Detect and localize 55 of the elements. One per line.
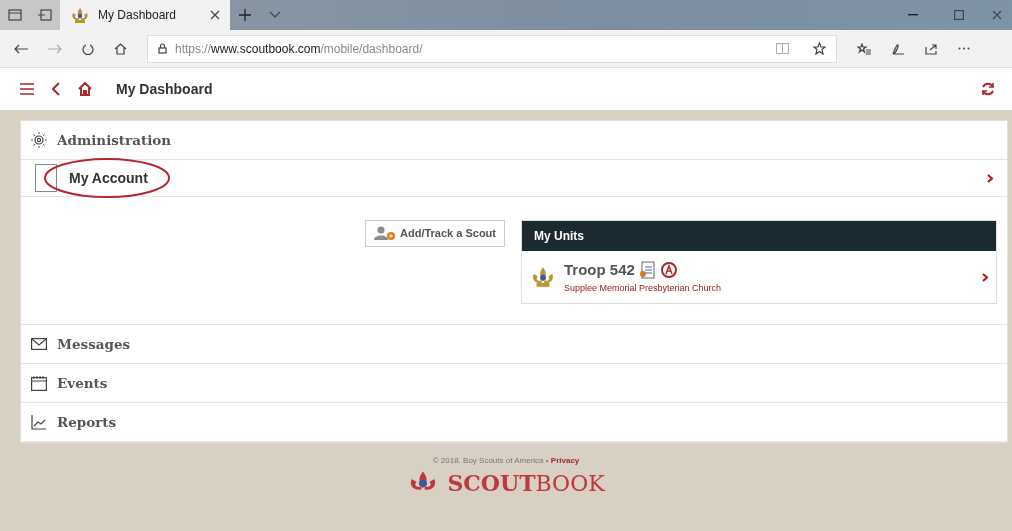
home-icon[interactable] — [114, 42, 127, 55]
section-header[interactable]: Events — [21, 364, 1007, 403]
more-icon[interactable] — [958, 47, 970, 50]
refresh-icon[interactable] — [82, 42, 94, 55]
share-icon[interactable] — [925, 42, 938, 55]
plus-icon[interactable] — [239, 9, 251, 21]
minimize-icon[interactable] — [908, 14, 918, 16]
tab-aside-icon[interactable] — [38, 9, 52, 21]
logo-text: SCOUTBOOK — [447, 469, 605, 498]
home-icon[interactable] — [78, 82, 92, 96]
add-scout-button[interactable]: Add/Track a Scout — [365, 220, 505, 247]
fleur-icon — [530, 266, 556, 288]
copyright-text: © 2018. Boy Scouts of America • — [432, 456, 549, 465]
add-person-icon — [374, 226, 396, 241]
section-label: Reports — [57, 412, 117, 432]
privacy-link[interactable]: Privacy — [550, 456, 580, 465]
unit-organization: Supplee Memorial Presbyterian Church — [564, 281, 722, 295]
favorites-icon[interactable] — [857, 42, 871, 55]
url-text: https://www.scoutbook.com/mobile/dashboard/ — [175, 40, 423, 58]
chevron-right-icon — [982, 272, 988, 282]
tab-title: My Dashboard — [98, 7, 177, 24]
lock-icon — [158, 43, 167, 54]
tabs-icon[interactable] — [8, 9, 22, 21]
close-icon[interactable] — [210, 10, 220, 20]
page-title: My Dashboard — [116, 79, 213, 99]
section-label: Administration — [57, 130, 172, 150]
menu-icon[interactable] — [20, 83, 34, 95]
section-header[interactable]: Reports — [21, 403, 1007, 442]
browser-tab[interactable]: My Dashboard — [60, 0, 230, 30]
units-header: My Units — [522, 221, 996, 251]
back-icon[interactable] — [14, 43, 28, 54]
back-icon[interactable] — [52, 82, 60, 96]
sync-icon[interactable] — [980, 81, 996, 97]
section-header[interactable]: Administration — [21, 121, 1007, 160]
address-bar[interactable]: https://www.scoutbook.com/mobile/dashboard/ — [147, 34, 837, 63]
maximize-icon[interactable] — [954, 10, 964, 20]
fleur-icon — [70, 6, 90, 24]
gear-icon — [31, 132, 47, 148]
chart-icon — [31, 414, 47, 430]
document-icon[interactable] — [638, 261, 655, 280]
unit-name: Troop 542 — [564, 260, 635, 280]
chevron-down-icon[interactable] — [269, 11, 281, 19]
envelope-icon — [31, 336, 47, 352]
section-label: Messages — [57, 334, 131, 354]
star-icon[interactable] — [813, 42, 826, 55]
item-box — [35, 164, 57, 192]
pen-icon[interactable] — [891, 42, 905, 55]
section-header[interactable]: Messages — [21, 325, 1007, 364]
chevron-right-icon — [987, 173, 993, 183]
unit-row[interactable]: Troop 542 Supplee Memorial Presbyterian Church — [522, 251, 996, 303]
menu-item[interactable]: My Account — [21, 160, 1007, 197]
item-label: My Account — [69, 168, 148, 188]
section-label: Events — [57, 373, 108, 393]
advancement-icon[interactable] — [658, 261, 679, 280]
calendar-icon — [31, 375, 47, 391]
